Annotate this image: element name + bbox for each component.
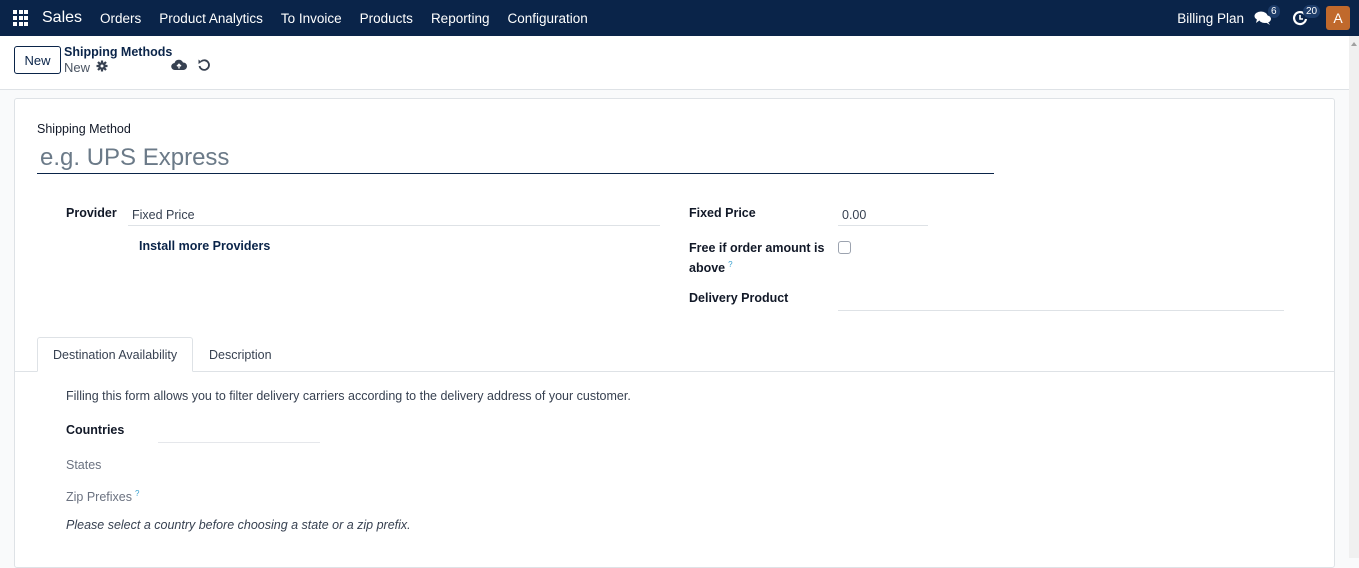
vertical-scrollbar[interactable] [1349,36,1359,558]
user-avatar[interactable]: A [1326,6,1350,30]
activities-button[interactable]: 20 [1286,0,1321,36]
install-more-providers-button[interactable]: Install more Providers [139,239,270,253]
zip-prefixes-text: Zip Prefixes [66,490,132,505]
help-tooltip-icon[interactable]: ? [728,260,732,269]
zip-prefixes-label: Zip Prefixes? [66,489,139,504]
menu-orders[interactable]: Orders [100,11,141,26]
zip-help-tooltip-icon[interactable]: ? [135,489,139,498]
form-sheet: Shipping Method Provider Fixed Price Ins… [14,98,1335,568]
country-selection-note: Please select a country before choosing … [66,518,411,532]
scroll-up-arrow-icon[interactable] [1351,42,1357,46]
record-name: New [64,60,108,75]
fixed-price-underline [838,225,928,226]
countries-label: Countries [66,423,125,437]
top-navbar: Sales Orders Product Analytics To Invoic… [0,0,1359,36]
new-button[interactable]: New [14,46,61,74]
states-label: States [66,458,102,472]
menu-to-invoice[interactable]: To Invoice [281,11,342,26]
free-if-checkbox[interactable] [838,241,851,254]
company-switcher[interactable]: Billing Plan [1177,11,1244,26]
shipping-method-name-input[interactable] [37,142,994,174]
messages-badge: 6 [1268,5,1280,18]
gear-icon[interactable] [96,60,108,75]
provider-select[interactable]: Fixed Price [132,208,195,222]
menu-products[interactable]: Products [360,11,413,26]
fixed-price-input[interactable]: 0.00 [842,208,866,222]
provider-field-underline [128,225,660,226]
menu-configuration[interactable]: Configuration [507,11,587,26]
countries-input[interactable] [158,442,320,443]
free-if-label-line2: above? [689,260,733,275]
activities-badge: 20 [1303,5,1321,18]
tab-destination-availability[interactable]: Destination Availability [37,337,194,372]
save-cloud-icon[interactable] [171,58,188,72]
fixed-price-label: Fixed Price [689,206,756,220]
control-panel: New Shipping Methods New [0,36,1349,90]
app-name[interactable]: Sales [42,9,82,27]
free-if-label-text: above [689,261,726,276]
free-if-label-line1: Free if order amount is [689,241,825,255]
provider-label: Provider [66,206,117,220]
breadcrumb-shipping-methods[interactable]: Shipping Methods [64,45,172,59]
apps-menu-icon[interactable] [13,10,29,26]
destination-intro-text: Filling this form allows you to filter d… [66,389,631,403]
messages-button[interactable]: 6 [1252,0,1286,36]
record-name-text: New [64,60,91,75]
delivery-product-label: Delivery Product [689,291,789,305]
tab-description[interactable]: Description [194,337,287,372]
shipping-method-label: Shipping Method [37,122,131,136]
menu-reporting[interactable]: Reporting [431,11,490,26]
menu-product-analytics[interactable]: Product Analytics [159,11,263,26]
delivery-product-input[interactable] [838,310,1284,311]
discard-undo-icon[interactable] [197,58,211,72]
